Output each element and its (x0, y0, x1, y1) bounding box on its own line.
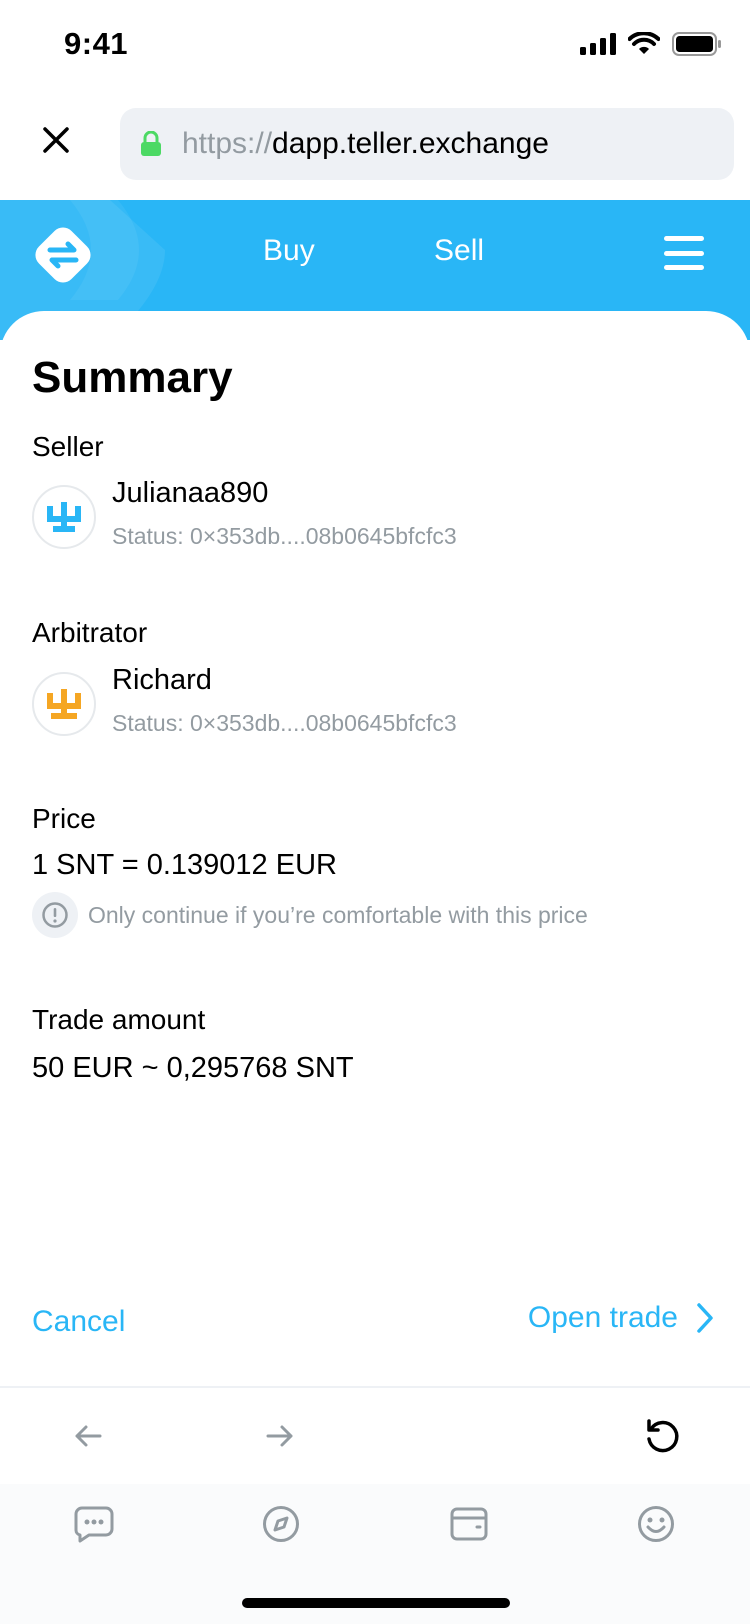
profile-icon (638, 1506, 674, 1542)
cellular-signal-icon (580, 33, 616, 55)
wifi-icon (628, 32, 660, 54)
arbitrator-label: Arbitrator (32, 617, 148, 648)
status-identicon-icon (47, 502, 81, 532)
close-browser-button[interactable] (36, 120, 76, 160)
forward-arrow-icon (266, 1425, 293, 1447)
arbitrator-avatar (32, 672, 96, 736)
url-scheme: https:// (182, 127, 273, 160)
status-icons (580, 32, 722, 56)
seller-avatar (32, 485, 96, 549)
back-arrow-icon (75, 1425, 102, 1447)
teller-logo-icon (35, 227, 91, 283)
seller-label: Seller (32, 431, 104, 462)
status-bar: 9:41 (0, 0, 750, 92)
seller-card[interactable]: Julianaa890 Status: 0×353db....08b0645bf… (32, 477, 712, 549)
menu-line (664, 250, 704, 256)
price-label: Price (32, 803, 96, 834)
trade-amount-value: 50 EUR ~ 0,295768 SNT (32, 1052, 354, 1084)
tab-profile[interactable] (634, 1502, 678, 1546)
lock-icon (140, 131, 162, 157)
open-trade-label: Open trade (527, 1301, 678, 1334)
price-warning-text: Only continue if you’re comfortable with… (88, 901, 588, 928)
info-warning-icon (32, 892, 78, 938)
arbitrator-card[interactable]: Richard Status: 0×353db....08b0645bfcfc3 (32, 664, 712, 736)
cancel-button[interactable]: Cancel (32, 1305, 125, 1339)
close-icon (43, 127, 69, 153)
page-title: Summary (32, 353, 233, 402)
price-value: 1 SNT = 0.139012 EUR (32, 849, 337, 881)
trade-amount-label: Trade amount (32, 1004, 206, 1035)
status-identicon-icon (47, 689, 81, 719)
reload-icon (647, 1419, 679, 1453)
compass-icon (263, 1506, 299, 1542)
url-host: dapp.teller.exchange (272, 127, 549, 160)
arbitrator-name: Richard (112, 664, 212, 696)
tab-browser[interactable] (259, 1502, 303, 1546)
menu-line (664, 265, 704, 270)
chat-icon (74, 1506, 114, 1543)
tab-chat[interactable] (72, 1502, 116, 1546)
back-button[interactable] (66, 1414, 110, 1458)
summary-card: Summary Seller Julianaa890 Status: 0×353… (0, 311, 750, 1386)
reload-button[interactable] (640, 1414, 684, 1458)
battery-icon (672, 32, 721, 56)
arbitrator-status: Status: 0×353db....08b0645bfcfc3 (112, 710, 457, 736)
menu-line (664, 236, 704, 241)
teller-logo[interactable] (30, 222, 96, 288)
tab-wallet[interactable] (447, 1502, 491, 1546)
bottom-tab-bar (0, 1484, 750, 1624)
seller-status: Status: 0×353db....08b0645bfcfc3 (112, 523, 457, 549)
home-indicator[interactable] (242, 1598, 510, 1608)
open-trade-button[interactable]: Open trade (528, 1301, 714, 1335)
seller-name: Julianaa890 (112, 477, 269, 509)
nav-buy-link[interactable]: Buy (263, 234, 315, 268)
browser-url-row: https://dapp.teller.exchange (0, 104, 750, 180)
hamburger-menu-icon[interactable] (664, 236, 704, 270)
price-warning: Only continue if you’re comfortable with… (32, 892, 588, 938)
browser-toolbar (0, 1388, 750, 1484)
status-time: 9:41 (64, 26, 129, 61)
url-text: https://dapp.teller.exchange (182, 127, 549, 161)
nav-sell-link[interactable]: Sell (434, 234, 484, 268)
forward-button[interactable] (258, 1414, 302, 1458)
chevron-right-icon (697, 1303, 713, 1333)
url-bar[interactable]: https://dapp.teller.exchange (120, 108, 734, 180)
wallet-icon (450, 1507, 488, 1541)
